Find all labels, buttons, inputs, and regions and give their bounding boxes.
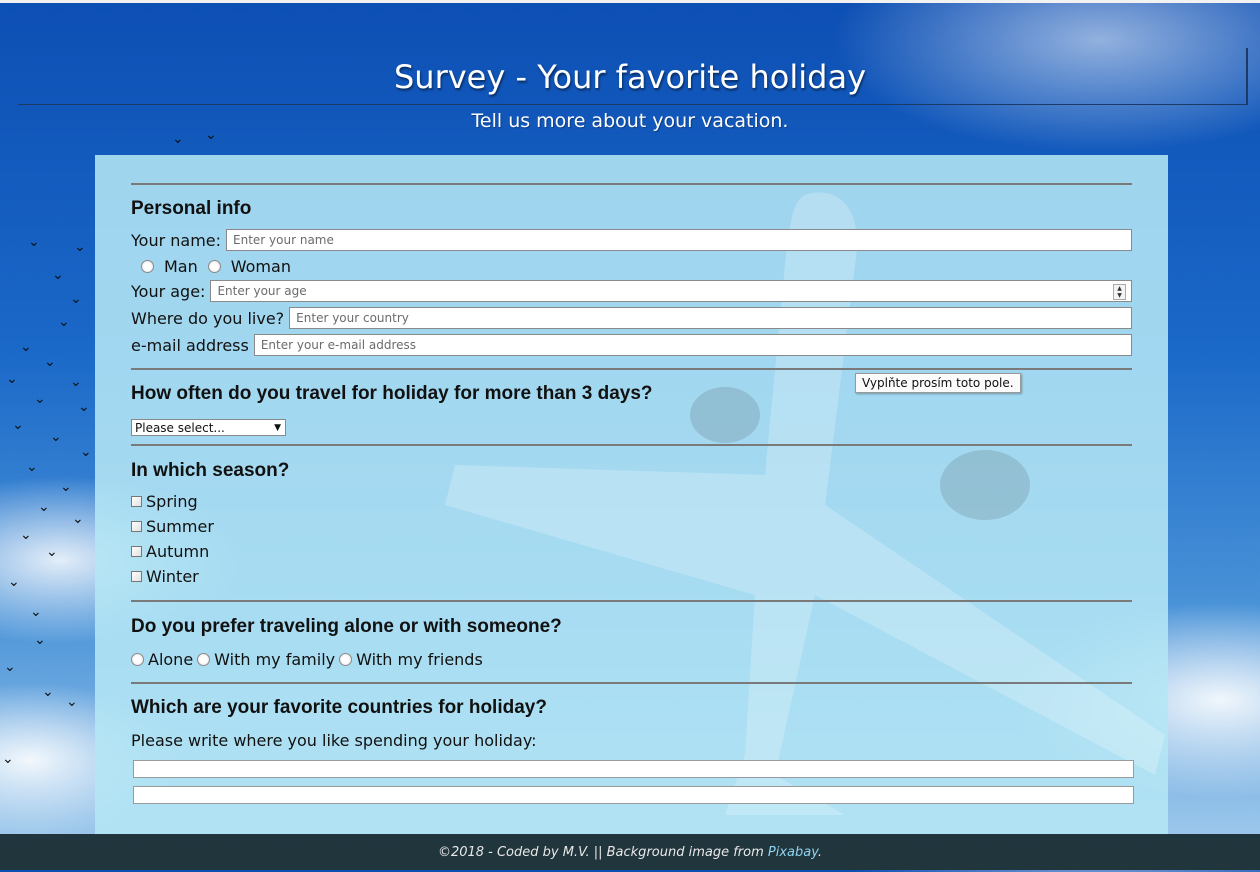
country-label: Where do you live?: [131, 308, 285, 328]
season-summer-checkbox[interactable]: [131, 521, 142, 532]
divider: [131, 682, 1132, 684]
season-option: Autumn: [131, 542, 1132, 561]
gender-man-radio[interactable]: [141, 260, 154, 273]
section-heading-company: Do you prefer traveling alone or with so…: [131, 616, 562, 637]
age-field-wrapper: ▲▼: [210, 280, 1132, 302]
page-title: Survey - Your favorite holiday: [393, 58, 867, 96]
section-heading-personal: Personal info: [131, 198, 252, 219]
section-heading-countries: Which are your favorite countries for ho…: [131, 697, 547, 718]
countries-textarea-2[interactable]: [133, 786, 1134, 804]
divider: [131, 368, 1132, 370]
company-family-label: With my family: [214, 650, 336, 669]
divider: [131, 444, 1132, 446]
divider: [131, 183, 1132, 185]
countries-textarea-1[interactable]: [133, 760, 1134, 778]
season-winter-label: Winter: [146, 567, 199, 586]
countries-prompt: Please write where you like spending you…: [131, 731, 537, 750]
season-option: Spring: [131, 492, 1132, 511]
country-row: Where do you live?: [131, 307, 1132, 329]
season-winter-checkbox[interactable]: [131, 571, 142, 582]
age-label: Your age:: [131, 281, 206, 301]
season-spring-checkbox[interactable]: [131, 496, 142, 507]
gender-woman-radio[interactable]: [207, 260, 221, 273]
company-options-row: Alone With my family With my friends: [131, 650, 1132, 669]
season-option: Winter: [131, 567, 1132, 586]
age-row: Your age: ▲▼: [131, 280, 1132, 302]
gender-row: Man Woman: [141, 257, 1132, 276]
email-label: e-mail address: [131, 335, 249, 355]
company-alone-radio[interactable]: [131, 653, 144, 666]
frequency-select[interactable]: Please select... ▼: [131, 419, 286, 436]
age-spinner-icon[interactable]: ▲ ▼: [1113, 284, 1126, 300]
country-input[interactable]: [289, 307, 1132, 329]
company-family-radio[interactable]: [197, 653, 211, 666]
season-autumn-label: Autumn: [146, 542, 210, 561]
footer-end: .: [817, 845, 823, 860]
divider: [131, 600, 1132, 602]
gender-man-label: Man: [164, 257, 198, 276]
gender-woman-label: Woman: [230, 257, 291, 276]
season-autumn-checkbox[interactable]: [131, 546, 142, 557]
frequency-select-value: Please select...: [135, 421, 225, 435]
company-friends-label: With my friends: [356, 650, 483, 669]
page-footer: ©2018 - Coded by M.V. || Background imag…: [0, 834, 1260, 870]
chevron-down-icon: ▼: [274, 423, 281, 433]
season-spring-label: Spring: [146, 492, 198, 511]
survey-form-panel: Personal info Your name: Man Woman Your …: [95, 155, 1168, 835]
season-option: Summer: [131, 517, 1132, 536]
name-input[interactable]: [226, 229, 1132, 251]
email-input[interactable]: [253, 334, 1132, 356]
page-subtitle: Tell us more about your vacation.: [471, 110, 789, 132]
email-row: e-mail address: [131, 334, 1132, 356]
name-label: Your name:: [131, 230, 222, 250]
name-row: Your name:: [131, 229, 1132, 251]
section-heading-season: In which season?: [131, 460, 290, 481]
season-summer-label: Summer: [146, 517, 214, 536]
pixabay-link[interactable]: Pixabay: [768, 845, 818, 860]
top-border: [0, 0, 1260, 3]
validation-tooltip: Vyplňte prosím toto pole.: [855, 373, 1021, 393]
footer-text: ©2018 - Coded by M.V. || Background imag…: [437, 845, 768, 860]
age-input[interactable]: [210, 280, 1132, 302]
company-alone-label: Alone: [148, 650, 194, 669]
company-friends-radio[interactable]: [339, 653, 353, 666]
